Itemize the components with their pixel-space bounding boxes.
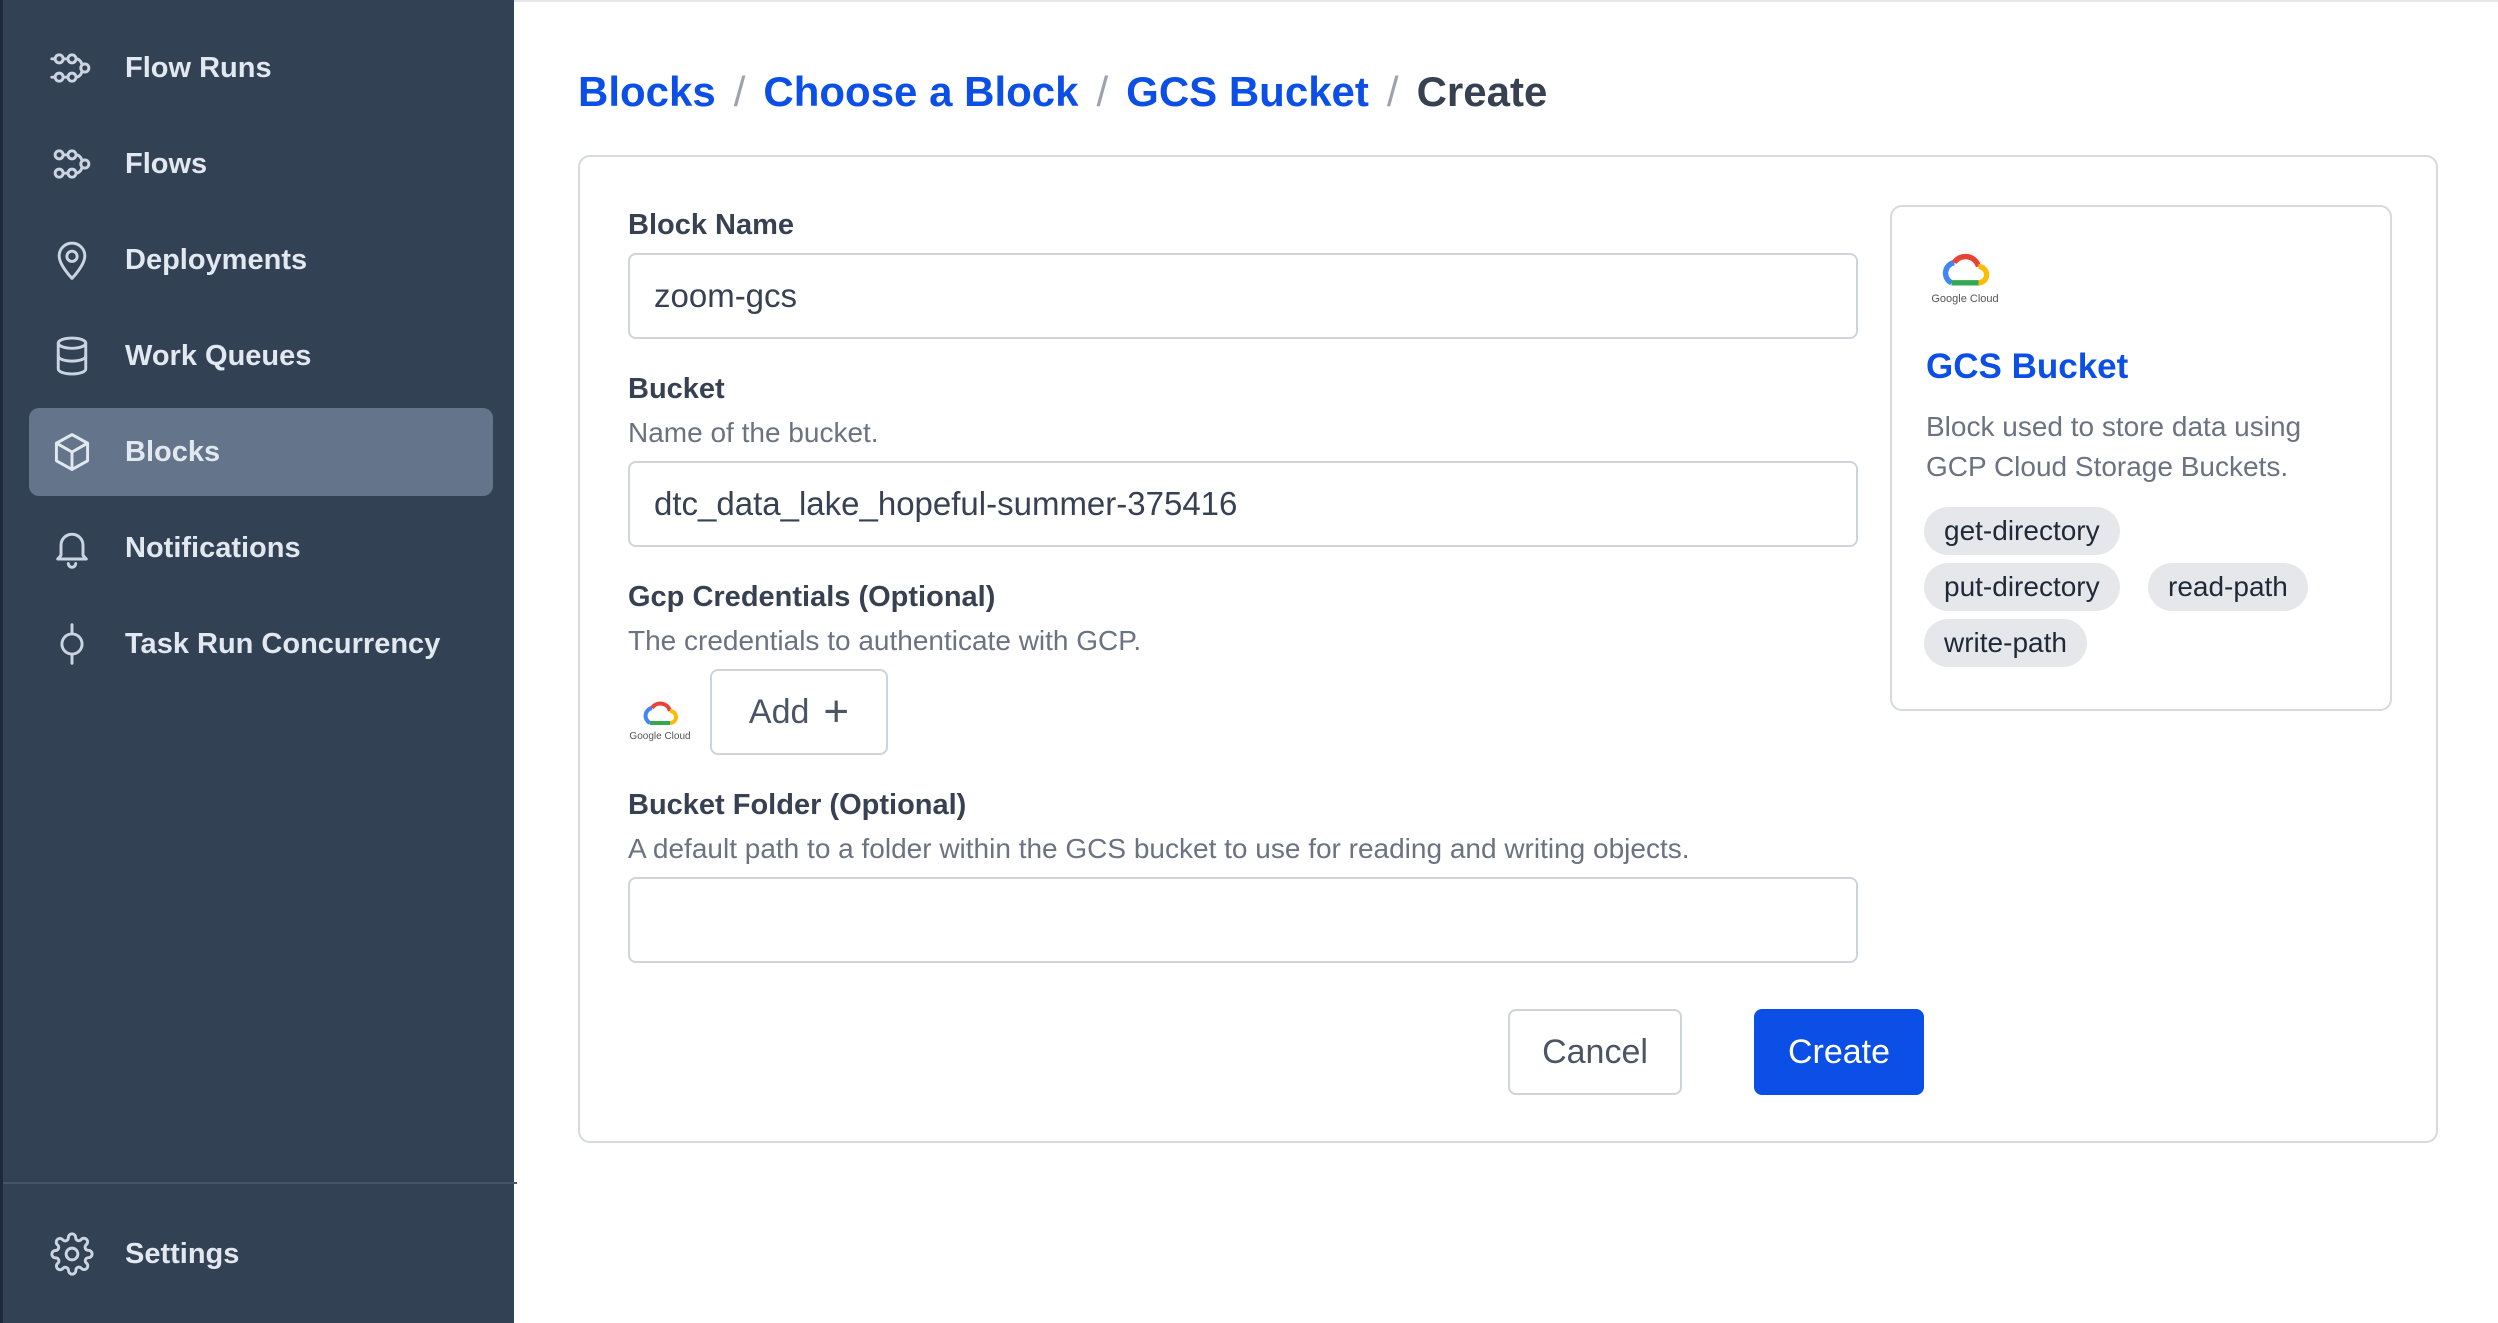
- cancel-button[interactable]: Cancel: [1508, 1009, 1682, 1095]
- google-cloud-logo-text: Google Cloud: [1931, 293, 1999, 305]
- breadcrumb-current: Create: [1416, 68, 1548, 115]
- add-credentials-button[interactable]: Add +: [710, 669, 888, 755]
- block-type-title[interactable]: GCS Bucket: [1926, 347, 2128, 387]
- bucket-folder-description: A default path to a folder within the GC…: [628, 833, 1690, 864]
- capability-tag: put-directory: [1924, 563, 2120, 611]
- breadcrumb-choose-block-link[interactable]: Choose a Block: [763, 68, 1078, 116]
- cube-icon: [49, 429, 95, 475]
- bucket-input[interactable]: dtc_data_lake_hopeful-summer-375416: [628, 461, 1858, 547]
- sidebar-item-blocks[interactable]: Blocks: [29, 408, 493, 496]
- sidebar-item-notifications[interactable]: Notifications: [29, 504, 493, 592]
- breadcrumb-blocks-link[interactable]: Blocks: [578, 68, 716, 116]
- concurrency-icon: [49, 621, 95, 667]
- sidebar-item-flows[interactable]: Flows: [29, 120, 493, 208]
- breadcrumb-separator: /: [1096, 68, 1109, 115]
- breadcrumb-separator: /: [1386, 68, 1399, 115]
- bell-icon: [49, 525, 95, 571]
- block-form-card: Block Name zoom-gcs Bucket Name of the b…: [578, 155, 2438, 1143]
- capability-tag: get-directory: [1924, 507, 2120, 555]
- sidebar-item-label: Flows: [125, 147, 208, 180]
- flow-runs-icon: [49, 45, 95, 91]
- sidebar-item-flow-runs[interactable]: Flow Runs: [29, 24, 493, 112]
- block-name-input[interactable]: zoom-gcs: [628, 253, 1858, 339]
- bucket-folder-input[interactable]: [628, 877, 1858, 963]
- breadcrumb-gcs-bucket-link[interactable]: GCS Bucket: [1126, 68, 1369, 116]
- database-icon: [49, 333, 95, 379]
- sidebar-item-label: Deployments: [125, 243, 308, 276]
- breadcrumb: Blocks / Choose a Block / GCS Bucket / C…: [578, 68, 1547, 116]
- sidebar: Flow Runs Flows Deployments Work Queues: [0, 0, 517, 1323]
- sidebar-item-label: Notifications: [125, 531, 301, 564]
- sidebar-item-deployments[interactable]: Deployments: [29, 216, 493, 304]
- breadcrumb-separator: /: [733, 68, 746, 115]
- gcp-credentials-label: Gcp Credentials (Optional): [628, 581, 996, 613]
- flows-icon: [49, 141, 95, 187]
- sidebar-item-label: Blocks: [125, 435, 221, 468]
- sidebar-divider: [3, 1182, 517, 1184]
- sidebar-item-label: Task Run Concurrency: [125, 627, 441, 660]
- main-content: Blocks / Choose a Block / GCS Bucket / C…: [514, 0, 2498, 1323]
- bucket-description: Name of the bucket.: [628, 417, 879, 448]
- map-pin-icon: [49, 237, 95, 283]
- block-info-card: Google Cloud GCS Bucket Block used to st…: [1890, 205, 2392, 711]
- create-button[interactable]: Create: [1754, 1009, 1924, 1095]
- sidebar-item-label: Flow Runs: [125, 51, 272, 84]
- google-cloud-logo-text: Google Cloud: [629, 730, 691, 742]
- sidebar-item-work-queues[interactable]: Work Queues: [29, 312, 493, 400]
- capability-tag: write-path: [1924, 619, 2087, 667]
- bucket-folder-label: Bucket Folder (Optional): [628, 789, 967, 821]
- capability-tag: read-path: [2148, 563, 2308, 611]
- sidebar-item-settings[interactable]: Settings: [29, 1210, 493, 1298]
- bucket-label: Bucket: [628, 373, 725, 405]
- google-cloud-logo-icon: Google Cloud: [1930, 253, 2000, 323]
- block-type-description: Block used to store data using GCP Cloud…: [1926, 411, 2302, 482]
- sidebar-item-label: Work Queues: [125, 339, 312, 372]
- block-name-label: Block Name: [628, 209, 795, 241]
- add-label: Add: [748, 692, 810, 731]
- gcp-credentials-description: The credentials to authenticate with GCP…: [628, 625, 1142, 656]
- sidebar-item-task-run-concurrency[interactable]: Task Run Concurrency: [29, 600, 493, 688]
- gear-icon: [49, 1231, 95, 1277]
- sidebar-item-label: Settings: [125, 1237, 240, 1270]
- plus-icon: +: [823, 687, 850, 736]
- google-cloud-logo-icon: Google Cloud: [628, 689, 692, 753]
